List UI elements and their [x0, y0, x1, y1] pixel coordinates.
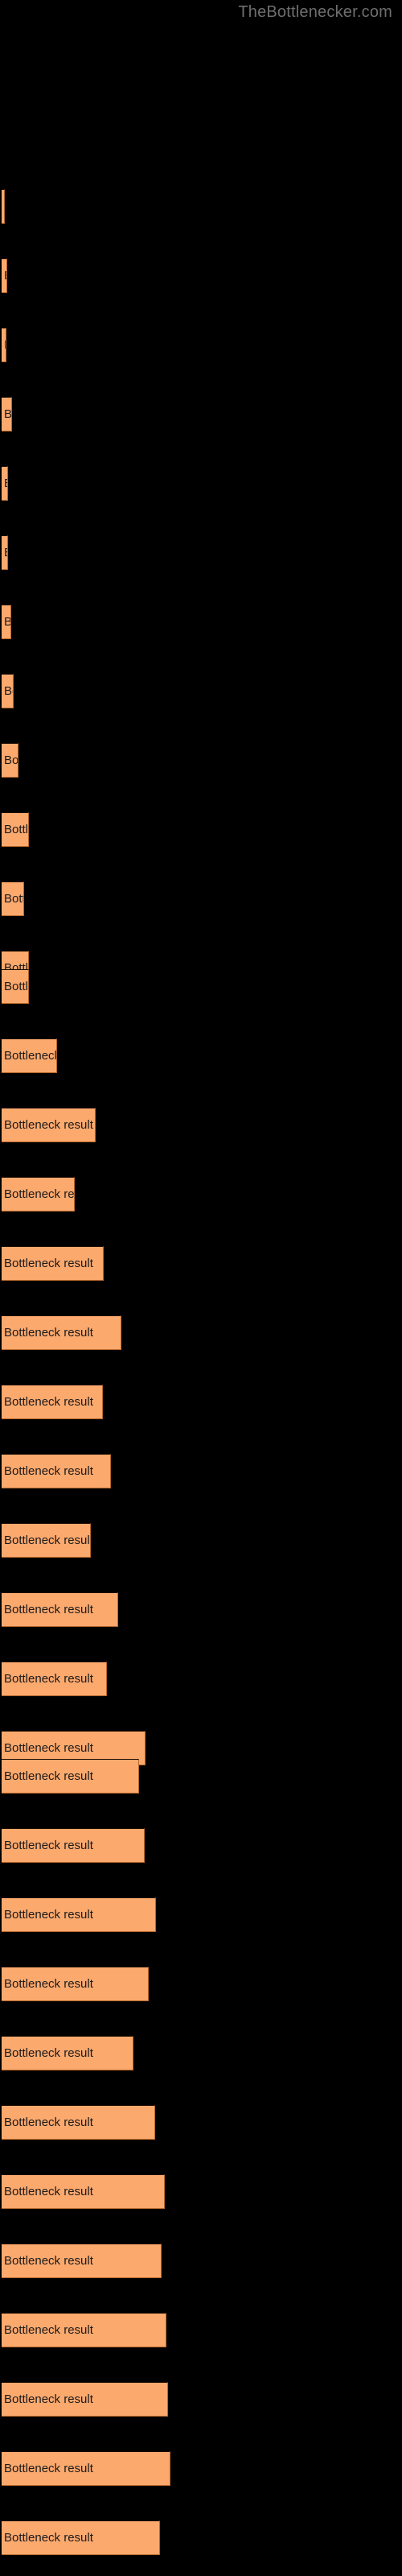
- bar-label: Bottleneck result: [4, 2322, 93, 2337]
- bar[interactable]: Bottleneck result: [2, 1523, 91, 1558]
- bar[interactable]: Bottleneck result: [2, 1897, 156, 1932]
- bar-label: Bottleneck result: [4, 1256, 93, 1270]
- bar[interactable]: Bottleneck result: [2, 1662, 107, 1696]
- bar[interactable]: Bottleneck result: [2, 1759, 139, 1794]
- bar-label: Bottleneck result: [4, 2461, 93, 2475]
- bar[interactable]: Bottleneck result: [2, 743, 18, 778]
- bar[interactable]: Bottleneck result: [2, 1315, 121, 1350]
- page-root: TheBottlenecker.com Bottleneck resultBot…: [0, 0, 402, 2576]
- bar[interactable]: Bottleneck result: [2, 189, 5, 224]
- bar-label: Bottleneck result: [4, 615, 10, 630]
- bar-label: Bottleneck result: [4, 1740, 93, 1755]
- bar[interactable]: Bottleneck result: [2, 605, 11, 639]
- bar-label: Bottleneck result: [4, 1671, 93, 1686]
- bar-label: Bottleneck result: [4, 1048, 57, 1063]
- bar[interactable]: Bottleneck result: [2, 397, 12, 431]
- bar-label: Bottleneck result: [4, 477, 7, 491]
- bar[interactable]: Bottleneck result: [2, 969, 29, 1004]
- bar[interactable]: Bottleneck result: [2, 812, 29, 847]
- bar[interactable]: Bottleneck result: [2, 2244, 162, 2278]
- bar-label: Bottleneck result: [4, 1463, 93, 1478]
- bar-label: Bottleneck result: [4, 822, 29, 836]
- bar-label: Bottleneck result: [4, 1187, 75, 1201]
- bar-label: Bottleneck result: [4, 683, 13, 698]
- bar[interactable]: Bottleneck result: [2, 1108, 96, 1142]
- bar[interactable]: Bottleneck result: [2, 1828, 145, 1863]
- bar-label: Bottleneck result: [4, 1117, 93, 1132]
- bar[interactable]: Bottleneck result: [2, 1246, 104, 1281]
- bar-label: Bottleneck result: [4, 1769, 93, 1783]
- bar[interactable]: Bottleneck result: [2, 1177, 75, 1212]
- bar[interactable]: Bottleneck result: [2, 258, 7, 293]
- bar[interactable]: Bottleneck result: [2, 1385, 103, 1419]
- bar-label: Bottleneck result: [4, 546, 7, 560]
- bar-label: Bottleneck result: [4, 753, 18, 767]
- bar[interactable]: Bottleneck result: [2, 2174, 165, 2209]
- bar-label: Bottleneck result: [4, 1325, 93, 1340]
- bar[interactable]: Bottleneck result: [2, 466, 8, 501]
- bar[interactable]: Bottleneck result: [2, 2105, 155, 2140]
- bar-label: Bottleneck result: [4, 1602, 93, 1616]
- bar[interactable]: Bottleneck result: [2, 1967, 149, 2001]
- bar[interactable]: Bottleneck result: [2, 674, 14, 708]
- bar[interactable]: Bottleneck result: [2, 2313, 166, 2347]
- bar-label: Bottleneck result: [4, 1838, 93, 1852]
- bar-label: Bottleneck result: [4, 407, 12, 421]
- bar-label: Bottleneck result: [4, 2253, 93, 2268]
- bar-chart: Bottleneck result Bottleneck result Bottle…: [0, 0, 402, 2576]
- bar[interactable]: Bottleneck result: [2, 2036, 133, 2070]
- bar[interactable]: Bottleneck result: [2, 2451, 170, 2486]
- bar-label: Bottleneck result: [4, 200, 5, 214]
- bar-label: Bottleneck result: [4, 2046, 93, 2060]
- bar-label: Bottleneck result: [4, 2184, 93, 2198]
- bar-label: Bottleneck result: [4, 269, 6, 283]
- bar-label: Bottleneck result: [4, 2115, 93, 2129]
- bar[interactable]: Bottleneck result: [2, 2382, 168, 2417]
- bar-label: Bottleneck result: [4, 2392, 93, 2406]
- bar[interactable]: Bottleneck result: [2, 328, 6, 362]
- bar[interactable]: Bottleneck result: [2, 1038, 57, 1073]
- bar[interactable]: Bottleneck result: [2, 1454, 111, 1488]
- bar[interactable]: Bottleneck result: [2, 1592, 118, 1627]
- bar-label: Bottleneck result: [4, 1907, 93, 1922]
- bar-label: Bottleneck result: [4, 891, 23, 906]
- bar[interactable]: Bottleneck result: [2, 2520, 160, 2555]
- bar-label: Bottleneck result: [4, 2530, 93, 2545]
- bar-label: Bottleneck result: [4, 979, 29, 993]
- bar-label: Bottleneck result: [4, 338, 6, 353]
- bar-label: Bottleneck result: [4, 1976, 93, 1991]
- bar[interactable]: Bottleneck result: [2, 535, 8, 570]
- bar-label: Bottleneck result: [4, 1533, 91, 1547]
- bar-label: Bottleneck result: [4, 1394, 93, 1409]
- bar[interactable]: Bottleneck result: [2, 881, 24, 916]
